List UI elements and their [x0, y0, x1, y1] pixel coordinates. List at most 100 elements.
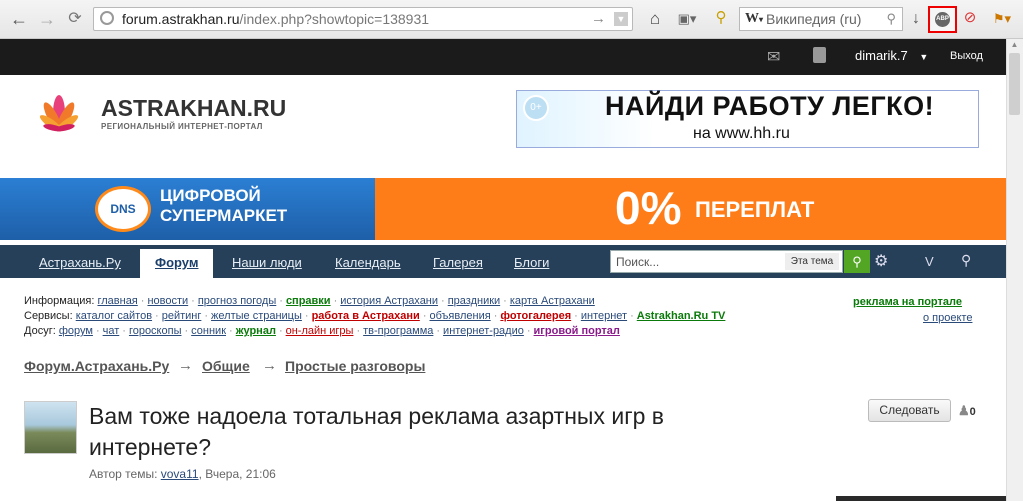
key-icon[interactable]: ⚲ — [711, 8, 731, 28]
search-icon: ⚲ — [852, 254, 862, 269]
site-info-icon[interactable] — [100, 11, 114, 25]
link-tv[interactable]: Astrakhan.Ru TV — [637, 310, 726, 322]
topic-title: Вам тоже надоела тотальная реклама азарт… — [89, 403, 664, 460]
age-rating-badge: 0+ — [523, 95, 549, 121]
promo-percent: 0% — [615, 182, 682, 234]
url-path: /index.php?showtopic=138931 — [239, 11, 430, 27]
dns-text-line2: СУПЕРМАРКЕТ — [160, 206, 288, 225]
download-icon[interactable]: ↓ — [907, 9, 925, 29]
link-photogallery[interactable]: фотогалерея — [500, 310, 571, 322]
users-icon: ♟ — [958, 403, 970, 418]
link-history[interactable]: история Астрахани — [340, 295, 438, 307]
link-rating[interactable]: рейтинг — [162, 310, 202, 322]
link-holidays[interactable]: праздники — [448, 295, 500, 307]
profile-card-icon[interactable] — [813, 47, 826, 63]
link-journal[interactable]: журнал — [236, 325, 276, 337]
lotus-logo-icon[interactable] — [24, 93, 94, 137]
link-game-portal[interactable]: игровой портал — [534, 325, 620, 337]
nav-tab-astrakhan[interactable]: Астрахань.Ру — [39, 255, 121, 270]
link-internet[interactable]: интернет — [581, 310, 627, 322]
adblock-icon: ABP — [935, 12, 950, 27]
follow-button[interactable]: Следовать — [868, 399, 951, 422]
nav-tab-forum[interactable]: Форум — [155, 255, 198, 270]
site-logo-name[interactable]: ASTRAKHAN.RU — [101, 95, 286, 122]
link-radio[interactable]: интернет-радио — [443, 325, 524, 337]
breadcrumb-simple-talk[interactable]: Простые разговоры — [285, 358, 425, 374]
nav-tab-gallery[interactable]: Галерея — [433, 255, 483, 270]
info-label: Сервисы: — [24, 310, 73, 322]
link-main[interactable]: главная — [97, 295, 137, 307]
link-catalog[interactable]: каталог сайтов — [76, 310, 152, 322]
forward-icon[interactable]: → — [36, 9, 58, 29]
link-news[interactable]: новости — [147, 295, 188, 307]
followers-count[interactable]: ♟0 — [958, 403, 976, 419]
dropdown-icon[interactable]: ▼ — [614, 12, 628, 26]
nav-tab-blogs[interactable]: Блоги — [514, 255, 549, 270]
browser-search-bar[interactable]: W▾ Википедия (ru) ⚲ — [739, 7, 903, 31]
advertising-link[interactable]: реклама на портале — [853, 296, 962, 308]
info-line-services: Сервисы: каталог сайтов · рейтинг · желтые с… — [24, 310, 726, 322]
about-link[interactable]: о проекте — [923, 312, 972, 324]
link-weather[interactable]: прогноз погоды — [198, 295, 276, 307]
scroll-thumb[interactable] — [1009, 53, 1020, 115]
screenshot-icon[interactable]: ▣▾ — [672, 9, 702, 29]
hh-ad-subtitle: на www.hh.ru — [693, 125, 790, 142]
followers-number: 0 — [969, 406, 976, 418]
scroll-up-icon[interactable]: ▲ — [1009, 40, 1020, 51]
link-horoscopes[interactable]: гороскопы — [129, 325, 182, 337]
link-help[interactable]: справки — [286, 295, 331, 307]
link-map[interactable]: карта Астрахани — [510, 295, 595, 307]
link-dreambook[interactable]: сонник — [191, 325, 226, 337]
wikipedia-icon[interactable]: W▾ — [745, 11, 763, 27]
link-forum[interactable]: форум — [59, 325, 93, 337]
site-logo-subtitle: РЕГИОНАЛЬНЫЙ ИНТЕРНЕТ-ПОРТАЛ — [101, 122, 263, 131]
chevron-down-icon: ▼ — [919, 52, 929, 62]
vk-link[interactable]: V — [925, 254, 934, 269]
browser-search-placeholder: Википедия (ru) — [766, 11, 862, 27]
link-ads[interactable]: объявления — [430, 310, 491, 322]
link-chat[interactable]: чат — [103, 325, 120, 337]
username-menu[interactable]: dimarik.7 ▼ — [855, 48, 928, 63]
info-line-information: Информация: главная · новости · прогноз пого… — [24, 295, 595, 307]
home-icon[interactable]: ⌂ — [645, 9, 665, 29]
info-label: Досуг: — [24, 325, 56, 337]
forum-search-placeholder: Поиск... — [616, 255, 660, 269]
author-label: Автор темы: — [89, 467, 158, 481]
promo-word: ПЕРЕПЛАТ — [695, 197, 815, 222]
hh-ad-title: НАЙДИ РАБОТУ ЛЕГКО! — [605, 91, 935, 121]
dns-logo: DNS — [95, 186, 151, 232]
url-text: forum.astrakhan.ru/index.php?showtopic=1… — [122, 11, 429, 27]
search-scope-toggle[interactable]: Эта тема — [785, 253, 839, 270]
map-pin-icon[interactable]: ⚲ — [961, 252, 971, 269]
link-tv-program[interactable]: тв-программа — [363, 325, 433, 337]
breadcrumb-arrow-icon: → — [262, 357, 277, 374]
gear-icon[interactable]: ⚙ — [874, 251, 888, 271]
breadcrumb-forum-home[interactable]: Форум.Астрахань.Ру — [24, 358, 169, 374]
moderation-bar-edge — [836, 496, 1006, 501]
mail-icon[interactable]: ✉ — [767, 47, 780, 67]
block-icon[interactable]: ⊘ — [961, 8, 979, 28]
go-arrow-icon[interactable]: → — [591, 10, 606, 27]
search-button[interactable]: ⚲ — [844, 250, 870, 273]
link-jobs[interactable]: работа в Астрахани — [312, 310, 420, 322]
author-avatar[interactable] — [24, 401, 77, 454]
breadcrumb-general[interactable]: Общие — [202, 358, 250, 374]
breadcrumb-arrow-icon: → — [178, 357, 193, 374]
nav-tab-people[interactable]: Наши люди — [232, 255, 302, 270]
back-icon[interactable]: ← — [8, 9, 30, 29]
adblock-button[interactable]: ABP — [928, 6, 957, 33]
logout-link[interactable]: Выход — [950, 50, 983, 62]
link-online-games[interactable]: он-лайн игры — [286, 325, 354, 337]
extension-menu-icon[interactable]: ⚑▾ — [987, 9, 1017, 29]
info-line-leisure: Досуг: форум · чат · гороскопы · сонник · журнал… — [24, 325, 620, 337]
topic-meta: Автор темы: vova11, Вчера, 21:06 — [89, 467, 276, 481]
search-icon[interactable]: ⚲ — [886, 11, 896, 27]
reload-icon[interactable]: ⟳ — [64, 9, 86, 29]
nav-tab-calendar[interactable]: Календарь — [335, 255, 401, 270]
address-bar[interactable]: forum.astrakhan.ru/index.php?showtopic=1… — [93, 7, 633, 31]
url-domain: forum.astrakhan.ru — [122, 11, 240, 27]
info-label: Информация: — [24, 295, 95, 307]
author-link[interactable]: vova11 — [161, 467, 199, 481]
topic-date: Вчера, 21:06 — [205, 467, 276, 481]
link-yellow-pages[interactable]: желтые страницы — [211, 310, 302, 322]
